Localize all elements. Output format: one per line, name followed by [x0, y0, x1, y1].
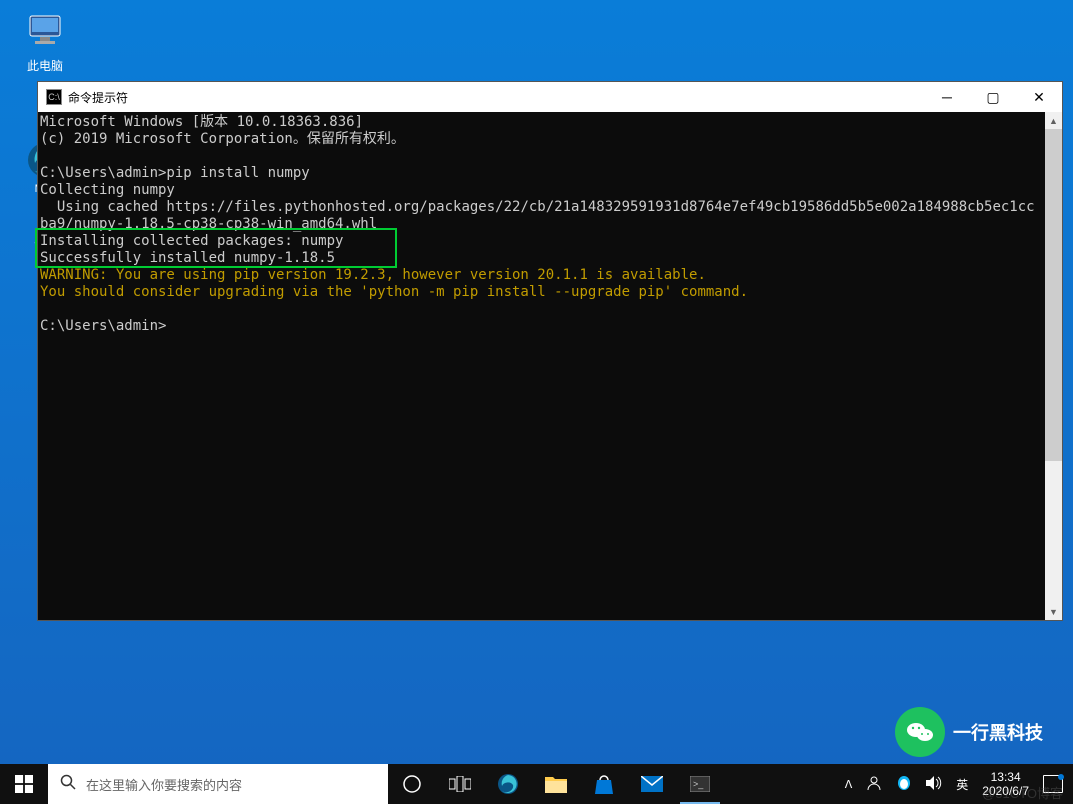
qq-icon[interactable]: [896, 775, 912, 794]
search-input[interactable]: 在这里输入你要搜索的内容: [48, 764, 388, 804]
minimize-button[interactable]: ─: [924, 82, 970, 112]
terminal-body: Microsoft Windows [版本 10.0.18363.836] (c…: [38, 112, 1062, 620]
taskbar: 在这里输入你要搜索的内容 >_ ᐱ 英 13:34 2020/6/7: [0, 764, 1073, 804]
terminal-prompt: C:\Users\admin>pip install numpy: [40, 165, 310, 181]
window-title: 命令提示符: [68, 89, 924, 106]
volume-icon[interactable]: [926, 776, 942, 793]
terminal-line: Installing collected packages: numpy: [40, 233, 343, 249]
scrollbar-thumb[interactable]: [1045, 129, 1062, 461]
svg-text:>_: >_: [693, 779, 704, 789]
start-button[interactable]: [0, 764, 48, 804]
taskbar-app-cmd[interactable]: >_: [676, 764, 724, 804]
close-button[interactable]: ✕: [1016, 82, 1062, 112]
cmd-icon: C:\: [46, 89, 62, 105]
terminal-line: Using cached https://files.pythonhosted.…: [40, 199, 1035, 232]
scroll-down-icon[interactable]: ▼: [1045, 603, 1062, 620]
maximize-button[interactable]: ▢: [970, 82, 1016, 112]
terminal-line: (c) 2019 Microsoft Corporation。保留所有权利。: [40, 131, 405, 147]
terminal-line: Microsoft Windows [版本 10.0.18363.836]: [40, 114, 363, 130]
tray-time: 13:34: [982, 770, 1029, 784]
overlay-brand: 一行黑科技: [895, 707, 1043, 757]
terminal-warning: WARNING: You are using pip version 19.2.…: [40, 267, 706, 283]
desktop-icon-this-pc[interactable]: 此电脑: [15, 10, 75, 74]
cmd-window: C:\ 命令提示符 ─ ▢ ✕ Microsoft Windows [版本 10…: [37, 81, 1063, 621]
search-icon: [60, 774, 76, 795]
title-bar[interactable]: C:\ 命令提示符 ─ ▢ ✕: [38, 82, 1062, 112]
tray-people-icon[interactable]: [866, 775, 882, 794]
terminal-warning: You should consider upgrading via the 'p…: [40, 284, 748, 300]
cortana-icon[interactable]: [388, 764, 436, 804]
taskbar-app-store[interactable]: [580, 764, 628, 804]
tray-chevron-icon[interactable]: ᐱ: [845, 778, 853, 791]
scroll-up-icon[interactable]: ▲: [1045, 112, 1062, 129]
search-placeholder: 在这里输入你要搜索的内容: [86, 775, 242, 794]
task-view-icon[interactable]: [436, 764, 484, 804]
overlay-brand-text: 一行黑科技: [953, 719, 1043, 745]
taskbar-app-mail[interactable]: [628, 764, 676, 804]
terminal-content[interactable]: Microsoft Windows [版本 10.0.18363.836] (c…: [38, 112, 1045, 620]
vertical-scrollbar[interactable]: ▲ ▼: [1045, 112, 1062, 620]
desktop-icon-label: 此电脑: [15, 57, 75, 74]
taskbar-app-explorer[interactable]: [532, 764, 580, 804]
wechat-icon: [895, 707, 945, 757]
ime-indicator[interactable]: 英: [956, 776, 968, 793]
taskbar-app-edge[interactable]: [484, 764, 532, 804]
watermark: @51CTO博客: [982, 783, 1063, 802]
terminal-line: Successfully installed numpy-1.18.5: [40, 250, 335, 266]
terminal-line: Collecting numpy: [40, 182, 175, 198]
terminal-prompt: C:\Users\admin>: [40, 318, 166, 334]
